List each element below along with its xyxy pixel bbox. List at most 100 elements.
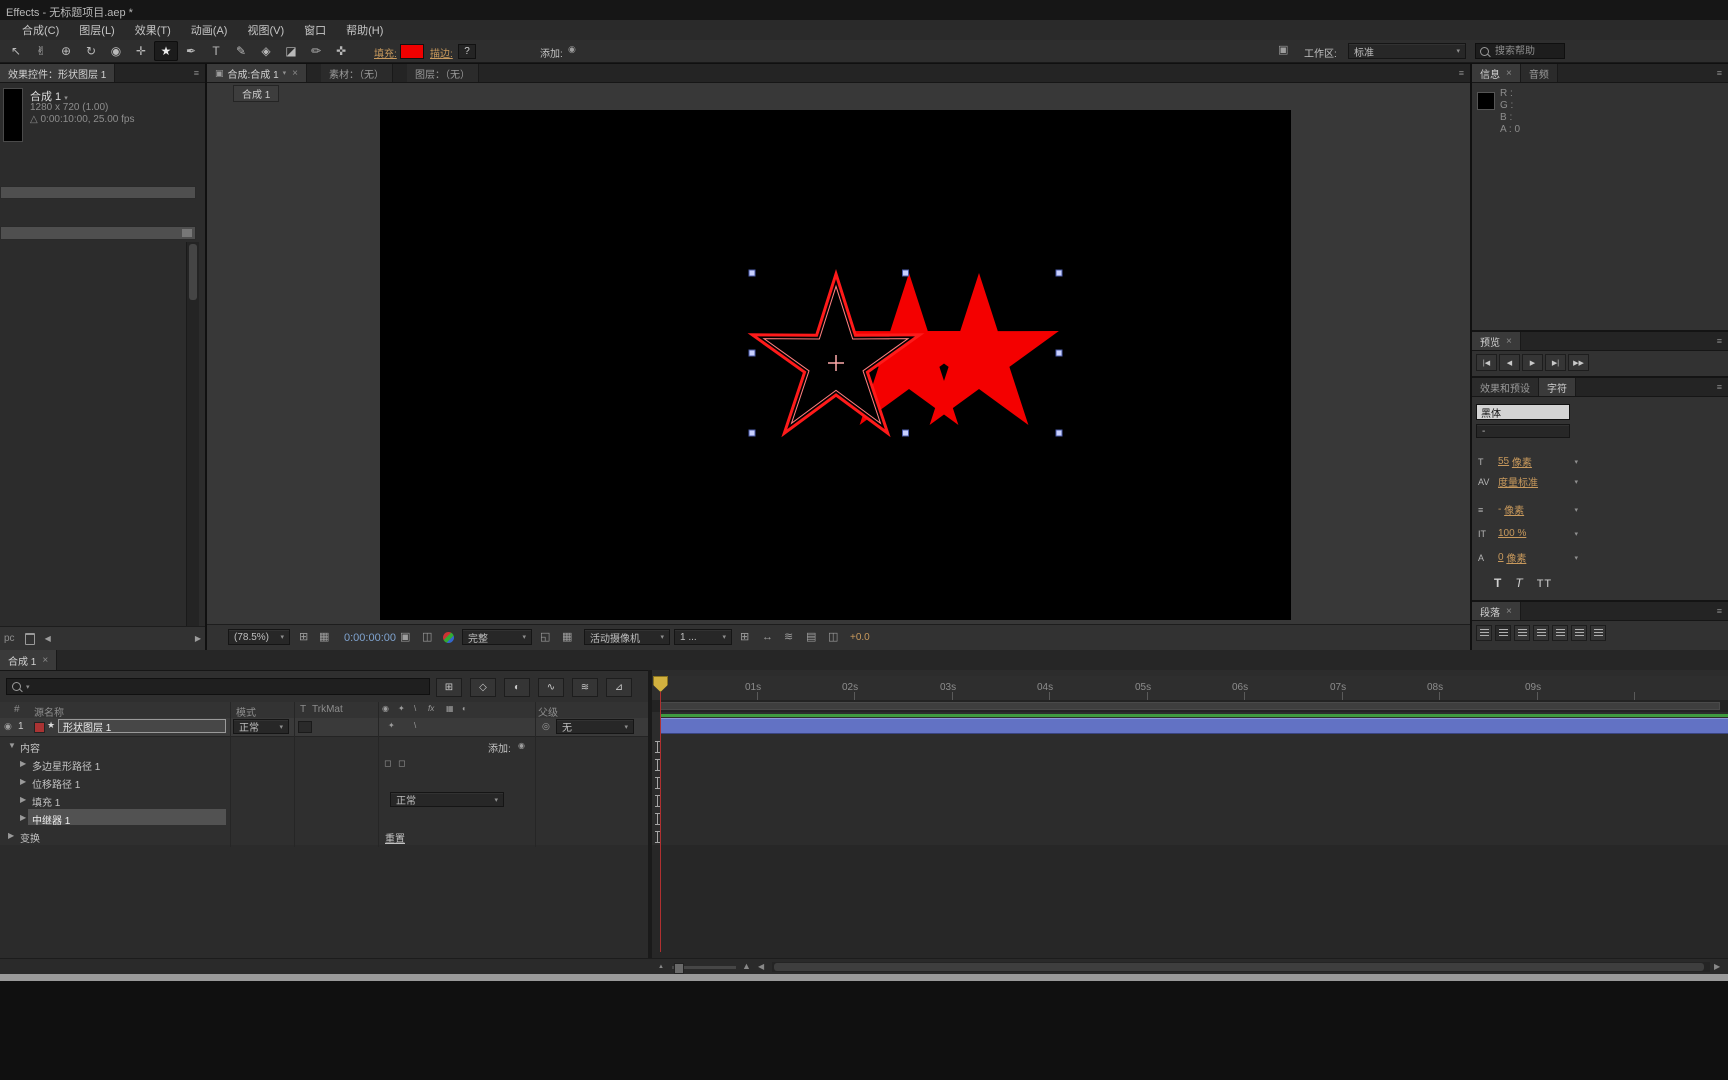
stroke-swatch[interactable]: ? (458, 44, 476, 59)
scrollbar-thumb[interactable] (189, 244, 197, 300)
baseline-shift-value[interactable]: 0 (1498, 552, 1504, 563)
resolution-dropdown[interactable]: 完整 ▾ (462, 629, 532, 645)
panel-menu-icon[interactable]: ≡ (1711, 64, 1728, 82)
justify-last-center-button[interactable] (1552, 625, 1568, 641)
tab-paragraph[interactable]: 段落 × (1472, 602, 1521, 620)
toolbar-add-icon[interactable]: ◉ (568, 45, 576, 54)
row-fill-label[interactable]: 填充 1 (32, 794, 60, 809)
menu-layer[interactable]: 图层(L) (69, 22, 124, 38)
project-column-header[interactable] (0, 226, 196, 240)
shape-tool[interactable]: ★ (154, 41, 178, 61)
chevron-down-icon[interactable]: ▾ (1574, 478, 1578, 486)
fill-label[interactable]: 填充: (374, 45, 397, 60)
column-parent[interactable]: 父级 (538, 704, 558, 719)
close-icon[interactable]: × (1506, 336, 1512, 347)
justify-all-button[interactable] (1590, 625, 1606, 641)
menu-view[interactable]: 视图(V) (237, 22, 294, 38)
zoom-out-mountain-icon[interactable]: ▲ (658, 964, 664, 970)
clone-stamp-tool[interactable]: ◈ (254, 41, 278, 61)
brush-tool[interactable]: ✎ (229, 41, 253, 61)
timeline-zoom-slider[interactable] (672, 963, 736, 974)
fill-color-swatch[interactable] (400, 44, 424, 59)
show-snapshot-icon[interactable]: ◫ (422, 632, 432, 643)
chevron-down-icon[interactable]: ▾ (1574, 506, 1578, 514)
menu-effect[interactable]: 效果(T) (125, 22, 181, 38)
panel-menu-icon[interactable]: ≡ (1711, 378, 1728, 396)
tab-character[interactable]: 字符 (1539, 378, 1576, 396)
disclosure-triangle-icon[interactable]: ▶ (20, 777, 26, 786)
mini-flowchart-icon[interactable]: ⊞ (436, 678, 462, 697)
parent-dropdown[interactable]: 无 ▾ (556, 719, 634, 734)
timeline-search-box[interactable]: ▾ (6, 678, 430, 695)
puppet-pin-tool[interactable]: ✜ (329, 41, 353, 61)
faux-italic-button[interactable]: T (1515, 576, 1522, 590)
baseline-shift-unit[interactable]: 像素 (1506, 550, 1526, 565)
font-size-value[interactable]: 55 (1498, 456, 1509, 467)
toolbar-add-label[interactable]: 添加: (540, 45, 563, 60)
tab-info[interactable]: 信息 × (1472, 64, 1521, 82)
row-repeater[interactable]: ▶ 中继器 1 (0, 809, 652, 828)
chevron-down-icon[interactable]: ▾ (1574, 458, 1578, 466)
column-source-name[interactable]: 源名称 (34, 704, 64, 719)
timeline-search-input[interactable] (34, 680, 399, 693)
transparency-grid-icon[interactable]: ▦ (562, 632, 572, 643)
tracking-unit[interactable]: 像素 (1504, 502, 1524, 517)
zoom-in-mountain-icon[interactable]: ▲ (742, 962, 751, 971)
transform-reset-link[interactable]: 重置 (385, 830, 405, 845)
disclosure-triangle-icon[interactable]: ▶ (20, 795, 26, 804)
project-scrollbar[interactable] (186, 242, 199, 682)
play-button[interactable]: ▶ (1522, 354, 1543, 371)
row-contents[interactable]: ▼ 内容 添加: ◉ (0, 737, 652, 756)
text-tool[interactable]: T (204, 41, 228, 61)
layer-row[interactable]: ◉ 1 ★ 形状图层 1 正常 ▾ ✦ \ ◎ 无 ▾ (0, 718, 652, 737)
motion-blur-icon[interactable]: ≋ (572, 678, 598, 697)
font-size-unit[interactable]: 像素 (1512, 454, 1532, 469)
tab-effect-controls[interactable]: 效果控件：形状图层 1 (0, 64, 116, 82)
scroll-right-icon[interactable]: ▶ (195, 634, 201, 643)
active-camera-dropdown[interactable]: 活动摄像机 ▾ (584, 629, 670, 645)
shy-layers-icon[interactable]: ◐ (504, 678, 530, 697)
menu-window[interactable]: 窗口 (294, 22, 336, 38)
row-fill[interactable]: ▶ 填充 1 正常 ▾ (0, 791, 652, 810)
layer-mode-dropdown[interactable]: 正常 ▾ (233, 719, 289, 734)
vertical-scale-value[interactable]: 100 % (1498, 528, 1526, 539)
row-repeater-label[interactable]: 中继器 1 (32, 812, 70, 827)
align-center-button[interactable] (1495, 625, 1511, 641)
exposure-value[interactable]: +0.0 (850, 632, 870, 643)
trkmat-box[interactable] (298, 721, 312, 733)
tab-composition-viewer[interactable]: ▣ 合成:合成 1 ▾ × (207, 64, 307, 82)
channels-icon[interactable] (443, 632, 454, 643)
path-direction-icon[interactable]: ◻ (384, 759, 391, 768)
font-style-dropdown[interactable]: - (1476, 424, 1570, 438)
comp-chip[interactable]: 合成 1 (233, 85, 280, 102)
pan-behind-tool[interactable]: ✛ (129, 41, 153, 61)
rotation-tool[interactable]: ↻ (79, 41, 103, 61)
layer-name-box[interactable]: 形状图层 1 (58, 719, 226, 734)
align-left-button[interactable] (1476, 625, 1492, 641)
scroll-left-icon[interactable]: ◀ (758, 963, 764, 971)
tab-timeline-comp[interactable]: 合成 1 × (0, 650, 58, 670)
close-icon[interactable]: × (1506, 68, 1512, 79)
baseline-shift-row[interactable]: A 0 像素 ▾ (1478, 550, 1578, 565)
scroll-right-icon[interactable]: ▶ (1714, 963, 1720, 971)
row-contents-label[interactable]: 内容 (20, 740, 40, 755)
tab-audio[interactable]: 音频 (1520, 64, 1558, 82)
horizontal-scrollbar-thumb[interactable] (774, 963, 1704, 971)
camera-tool[interactable]: ◉ (104, 41, 128, 61)
faux-bold-button[interactable]: T (1494, 576, 1501, 590)
disclosure-triangle-icon[interactable]: ▶ (8, 831, 14, 840)
all-caps-button[interactable]: TT (1537, 578, 1552, 590)
collapse-transformations-icon[interactable]: ✦ (388, 722, 395, 730)
panel-menu-icon[interactable]: ≡ (188, 64, 205, 82)
align-right-button[interactable] (1514, 625, 1530, 641)
tracking-value[interactable]: - (1498, 504, 1501, 515)
font-family-dropdown[interactable]: 黑体 (1476, 404, 1570, 420)
row-polystar-label[interactable]: 多边星形路径 1 (32, 758, 100, 773)
project-search-bar[interactable] (0, 186, 196, 199)
column-trkmat[interactable]: TrkMat (312, 704, 343, 715)
next-frame-button[interactable]: ▶| (1545, 354, 1566, 371)
roto-brush-tool[interactable]: ✏ (304, 41, 328, 61)
magnification-dropdown[interactable]: (78.5%) ▾ (228, 629, 290, 645)
star-shape-original[interactable] (747, 269, 925, 438)
previous-frame-button[interactable]: ◀ (1499, 354, 1520, 371)
